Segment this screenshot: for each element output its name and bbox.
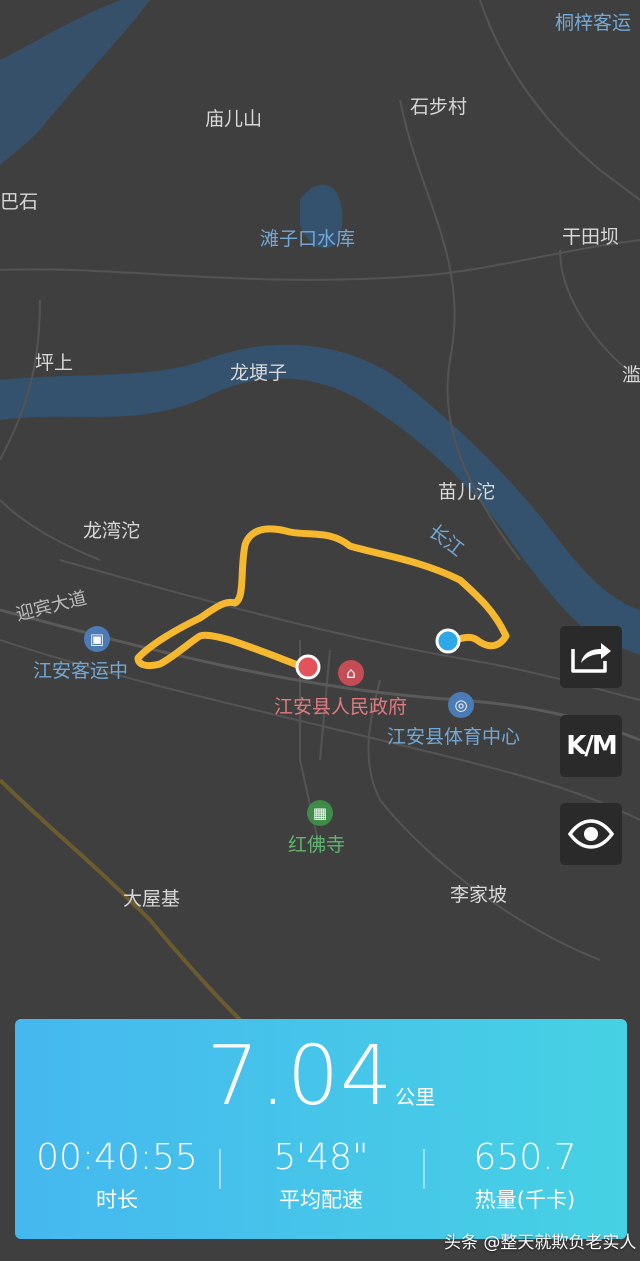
calories-label: 热量(千卡) — [474, 1188, 576, 1212]
map-label-miaoershan: 庙儿山 — [205, 108, 263, 130]
run-summary-panel: 7.04 公里 00:40:55 时长 5'48" 平均配速 650.7 热量(千… — [15, 1019, 627, 1239]
temple-icon: ▦ — [307, 800, 333, 826]
bus-icon: ▣ — [84, 626, 110, 652]
map-label-hongfosi: 红佛寺 — [288, 834, 346, 856]
map-label-longgengzi: 龙埂子 — [230, 362, 288, 384]
map-label-bashi: 巴石 — [0, 191, 39, 213]
unit-toggle-label: K/M — [566, 731, 618, 761]
map-label-shibucun: 石步村 — [410, 96, 468, 118]
duration-stat: 00:40:55 时长 — [15, 1137, 219, 1214]
visibility-button[interactable] — [560, 803, 622, 865]
distance-value: 7.04 — [206, 1029, 394, 1124]
map-label-right-edge: 滥 — [622, 364, 640, 386]
map-label-dawuji: 大屋基 — [123, 888, 181, 910]
pace-value: 5'48" — [273, 1137, 369, 1178]
unit-toggle-button[interactable]: K/M — [560, 715, 622, 777]
map-label-miaoertuo: 苗儿沱 — [438, 481, 496, 503]
pace-label: 平均配速 — [279, 1188, 363, 1212]
route-end-marker — [295, 654, 321, 680]
map-label-jiangan-gov: 江安县人民政府 — [274, 696, 408, 718]
map-label-jiangan-bus: 江安客运中 — [33, 660, 129, 682]
map-label-tanzikou: 滩子口水库 — [260, 228, 356, 250]
route-start-marker — [435, 628, 461, 654]
distance-unit: 公里 — [395, 1085, 436, 1109]
duration-value: 00:40:55 — [36, 1137, 198, 1178]
map-label-lijiapo: 李家坡 — [450, 884, 508, 906]
map-label-tongzi: 桐梓客运 — [555, 12, 632, 34]
calories-stat: 650.7 热量(千卡) — [423, 1137, 627, 1214]
eye-icon — [568, 819, 614, 849]
watermark: 头条 @整天就欺负老实人 — [444, 1233, 637, 1253]
screen: 桐梓客运 庙儿山 石步村 巴石 滩子口水库 干田坝 坪上 龙埂子 滥 苗儿沱 长… — [0, 0, 640, 1261]
map-label-longwantuo: 龙湾沱 — [83, 520, 141, 542]
government-icon: ⌂ — [338, 660, 364, 686]
pace-stat: 5'48" 平均配速 — [219, 1137, 423, 1214]
map-label-jiangan-sports: 江安县体育中心 — [387, 726, 521, 748]
share-icon — [571, 643, 611, 673]
duration-label: 时长 — [96, 1188, 138, 1212]
map-label-gantianba: 干田坝 — [562, 226, 620, 248]
share-button[interactable] — [560, 626, 622, 688]
map-label-pingshang: 坪上 — [35, 352, 74, 374]
calories-value: 650.7 — [473, 1137, 577, 1178]
sports-center-icon: ◎ — [448, 692, 474, 718]
distance-display: 7.04 公里 — [15, 1029, 627, 1124]
